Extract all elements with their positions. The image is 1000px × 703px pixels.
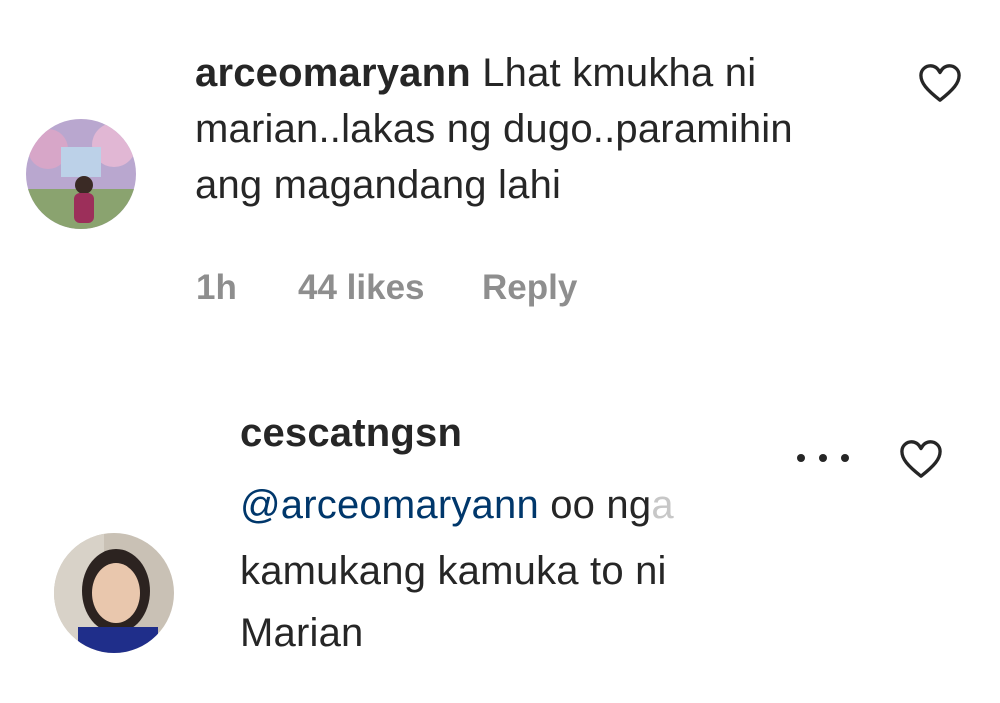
comment-text-line: marian..lakas ng dugo..paramihin <box>195 107 793 151</box>
heart-outline-icon[interactable] <box>898 438 944 480</box>
mention-link[interactable]: @arceomaryann <box>240 483 539 527</box>
comment-text: oo ng <box>550 483 652 527</box>
comment-text-line: Marian <box>240 611 364 655</box>
comment-username[interactable]: cescatngsn <box>240 408 462 458</box>
comment-text-line: @arceomaryann oo nga <box>240 480 674 530</box>
comment-text-faded: a <box>651 483 674 527</box>
avatar-arceomaryann[interactable] <box>26 119 136 229</box>
heart-outline-icon[interactable] <box>917 62 963 104</box>
more-options-icon[interactable] <box>793 430 853 475</box>
comment-username[interactable]: arceomaryann <box>195 51 471 95</box>
comment-text-line: arceomaryann Lhat kmukha ni <box>195 48 756 98</box>
comment-time[interactable]: 1h <box>196 268 237 308</box>
comment-text-line: ang magandang lahi <box>195 163 562 207</box>
likes-count[interactable]: 44 likes <box>298 268 425 308</box>
avatar-cescatngsn[interactable] <box>54 533 174 653</box>
avatar-photo <box>26 119 136 229</box>
comment-text-line: kamukang kamuka to ni <box>240 549 667 593</box>
comment-text: Lhat kmukha ni <box>482 51 757 95</box>
reply-button[interactable]: Reply <box>482 268 577 308</box>
avatar-photo <box>54 533 174 653</box>
